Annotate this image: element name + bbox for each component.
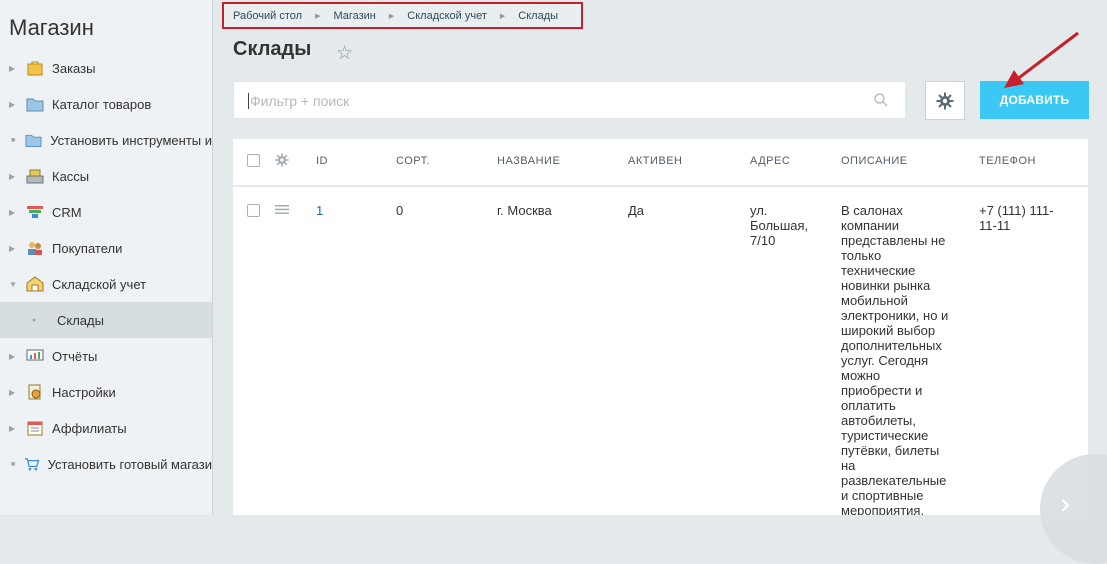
breadcrumb-item-desktop[interactable]: Рабочий стол xyxy=(233,10,302,22)
sidebar-menu: ▶ Заказы ▶ Каталог товаров ■ Установить … xyxy=(0,50,212,482)
breadcrumb-item-warehouse-accounting[interactable]: Складской учет xyxy=(407,10,487,22)
sidebar-item-label: Установить инструменты и xyxy=(50,132,212,148)
sidebar: Магазин ▶ Заказы ▶ Каталог товаров ■ Уст… xyxy=(0,0,213,515)
filter-search-box[interactable] xyxy=(233,81,906,120)
bullet-icon: ● xyxy=(32,316,37,324)
text-caret xyxy=(248,93,249,109)
settings-icon xyxy=(28,384,41,400)
settings-button[interactable] xyxy=(925,81,965,120)
sidebar-item-label: Складской учет xyxy=(52,276,147,292)
page-title: Склады xyxy=(233,38,312,60)
expand-arrow-icon[interactable]: ▶ xyxy=(9,100,20,109)
breadcrumb-item-warehouses[interactable]: Склады xyxy=(518,10,558,22)
breadcrumb-separator-icon: ▶ xyxy=(388,12,395,20)
breadcrumb-item-shop[interactable]: Магазин xyxy=(333,10,375,22)
warehouses-table: ID СОРТ. НАЗВАНИЕ АКТИВЕН АДРЕС ОПИСАНИЕ… xyxy=(233,139,1088,515)
affiliates-icon xyxy=(27,421,43,436)
cart-icon xyxy=(25,458,40,471)
expand-arrow-icon[interactable]: ▶ xyxy=(9,388,20,397)
expand-arrow-icon[interactable]: ▶ xyxy=(9,208,20,217)
collapse-arrow-icon[interactable]: ▼ xyxy=(9,280,20,289)
select-all-checkbox[interactable] xyxy=(247,154,260,167)
reports-icon xyxy=(26,349,44,361)
sidebar-item-settings[interactable]: ▶ Настройки xyxy=(0,374,212,410)
column-header-id[interactable]: ID xyxy=(316,155,328,167)
sidebar-item-warehouses[interactable]: ● Склады xyxy=(0,302,212,338)
cell-phone: +7 (111) 111-11-11 xyxy=(979,203,1054,233)
sidebar-item-label: Аффилиаты xyxy=(52,420,127,436)
breadcrumb-separator-icon: ▶ xyxy=(499,12,506,20)
breadcrumb-separator-icon: ▶ xyxy=(315,12,321,20)
star-icon[interactable]: ☆ xyxy=(336,42,353,65)
sidebar-item-catalog[interactable]: ▶ Каталог товаров xyxy=(0,86,212,122)
sidebar-item-reports[interactable]: ▶ Отчёты xyxy=(0,338,212,374)
sidebar-item-crm[interactable]: ▶ CRM xyxy=(0,194,212,230)
folder-icon xyxy=(26,98,44,112)
sidebar-item-label: Склады xyxy=(57,312,104,328)
sidebar-item-install-shop[interactable]: ■ Установить готовый магази xyxy=(0,446,212,482)
sidebar-item-label: Кассы xyxy=(52,168,90,184)
column-header-name[interactable]: НАЗВАНИЕ xyxy=(497,155,560,167)
cell-id[interactable]: 1 xyxy=(316,203,323,218)
warehouse-icon xyxy=(26,276,44,292)
column-header-address[interactable]: АДРЕС xyxy=(750,155,790,167)
column-header-sort[interactable]: СОРТ. xyxy=(396,155,430,167)
sidebar-item-label: Настройки xyxy=(52,384,116,400)
sidebar-item-label: Каталог товаров xyxy=(52,96,152,112)
sidebar-item-label: CRM xyxy=(52,204,82,220)
gear-icon xyxy=(936,92,954,109)
row-menu-icon[interactable] xyxy=(275,205,289,214)
shopping-bag-icon xyxy=(27,61,43,76)
cell-description: В салонах компании представлены не тольк… xyxy=(841,203,949,515)
cell-address: ул. Большая, 7/10 xyxy=(750,203,809,248)
expand-arrow-icon[interactable]: ▶ xyxy=(9,172,20,181)
annotation-arrow-icon xyxy=(1004,31,1079,88)
search-icon[interactable] xyxy=(873,92,889,108)
folder-icon xyxy=(25,134,42,148)
row-checkbox[interactable] xyxy=(247,204,260,217)
sidebar-item-install-tools[interactable]: ■ Установить инструменты и xyxy=(0,122,212,158)
expand-arrow-icon[interactable]: ▶ xyxy=(9,244,20,253)
sidebar-item-customers[interactable]: ▶ Покупатели xyxy=(0,230,212,266)
sidebar-item-label: Установить готовый магази xyxy=(47,456,212,472)
cell-sort: 0 xyxy=(396,203,404,218)
column-header-active[interactable]: АКТИВЕН xyxy=(628,155,683,167)
expand-arrow-icon[interactable]: ▶ xyxy=(9,424,20,433)
sidebar-item-affiliates[interactable]: ▶ Аффилиаты xyxy=(0,410,212,446)
crm-funnel-icon xyxy=(27,206,43,218)
sidebar-item-label: Заказы xyxy=(52,60,96,76)
cell-active: Да xyxy=(628,203,645,218)
users-icon xyxy=(28,242,42,255)
bullet-icon: ■ xyxy=(11,136,16,144)
sidebar-item-warehouse-accounting[interactable]: ▼ Складской учет xyxy=(0,266,212,302)
sidebar-item-cash[interactable]: ▶ Кассы xyxy=(0,158,212,194)
column-header-description[interactable]: ОПИСАНИЕ xyxy=(841,155,908,167)
sidebar-item-label: Отчёты xyxy=(52,348,98,364)
sidebar-item-orders[interactable]: ▶ Заказы xyxy=(0,50,212,86)
chevron-right-icon: › xyxy=(1060,487,1070,520)
sidebar-title: Магазин xyxy=(9,15,94,40)
cell-name: г. Москва xyxy=(497,203,552,218)
column-header-phone[interactable]: ТЕЛЕФОН xyxy=(979,155,1036,167)
breadcrumb: Рабочий стол ▶ Магазин ▶ Складской учет … xyxy=(222,2,583,29)
sidebar-item-label: Покупатели xyxy=(52,240,123,256)
column-settings-gear-icon[interactable] xyxy=(275,153,289,167)
expand-arrow-icon[interactable]: ▶ xyxy=(9,64,20,73)
table-header: ID СОРТ. НАЗВАНИЕ АКТИВЕН АДРЕС ОПИСАНИЕ… xyxy=(233,139,1088,187)
expand-arrow-icon[interactable]: ▶ xyxy=(9,352,20,361)
bullet-icon: ■ xyxy=(11,460,16,468)
search-input[interactable] xyxy=(248,82,852,120)
cash-register-icon xyxy=(26,169,44,184)
